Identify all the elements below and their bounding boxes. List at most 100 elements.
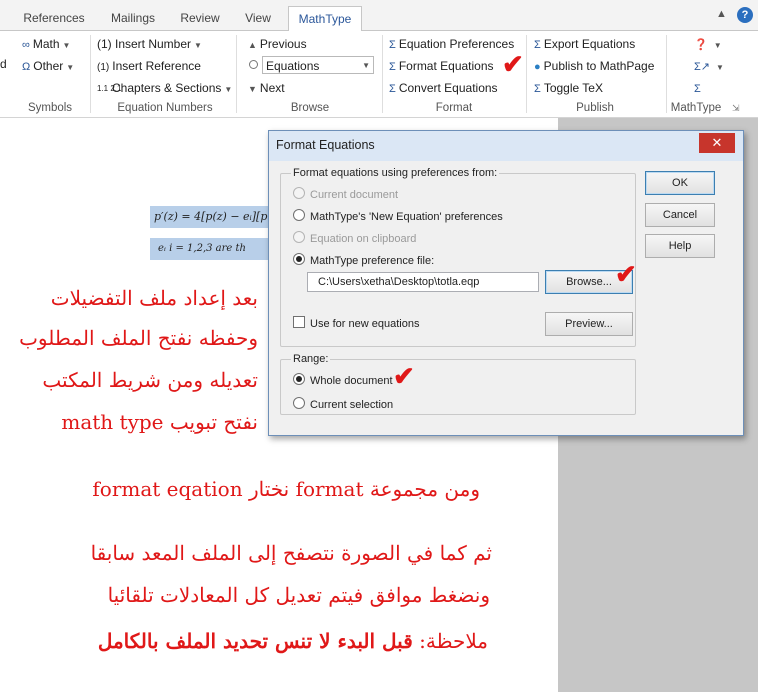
sigma-arrow-icon: Σ↗: [694, 61, 711, 73]
selected-equation-line-1[interactable]: p′(z) = 4[p(z) − eᵢ][p(z: [150, 206, 268, 228]
arabic-instruction-line-6: ثم كما في الصورة نتصفح إلى الملف المعد س…: [90, 541, 492, 565]
omega-icon: Ω: [22, 61, 31, 73]
math-label: Math: [32, 37, 60, 51]
radio-whole-document[interactable]: [293, 373, 305, 385]
next-button[interactable]: ▼ Next: [248, 78, 285, 98]
mathtype-insert-button[interactable]: Σ↗ ▼: [694, 56, 724, 76]
tab-mailings[interactable]: Mailings: [98, 6, 168, 30]
option-label: MathType's 'New Equation' preferences: [310, 211, 503, 223]
format-equations-label: Format Equations: [398, 59, 494, 73]
option-whole-document[interactable]: Whole document: [293, 373, 393, 389]
publish-mathpage-button[interactable]: ● Publish to MathPage: [534, 56, 654, 76]
chapters-icon: 1.1 2.1: [97, 83, 122, 93]
other-label: Other: [33, 59, 64, 73]
arabic-instruction-line-1: بعد إعداد ملف التفضيلات: [50, 286, 258, 310]
help-circle-icon: ❓: [694, 39, 708, 51]
equation-preferences-label: Equation Preferences: [398, 37, 515, 51]
option-label: Current document: [310, 189, 399, 201]
dialog-launcher-icon[interactable]: ⇲: [732, 103, 740, 114]
publish-mathpage-label: Publish to MathPage: [543, 59, 655, 73]
red-checkmark-annotation: ✔: [393, 361, 415, 391]
tab-review[interactable]: Review: [172, 6, 228, 30]
other-button[interactable]: Ω Other ▼: [22, 56, 74, 76]
selected-equation-line-2[interactable]: eᵢ i = 1,2,3 are th: [150, 238, 268, 260]
insert-number-button[interactable]: (1) Insert Number ▼: [97, 34, 202, 54]
group-label-publish: Publish: [576, 102, 614, 114]
globe-icon: ●: [534, 61, 541, 73]
option-label: Current selection: [310, 399, 394, 411]
chapters-sections-button[interactable]: 1.1 2.1Chapters & Sections ▼: [97, 78, 232, 98]
cancel-button[interactable]: Cancel: [645, 203, 715, 227]
mathtype-user-button[interactable]: Σ: [694, 78, 704, 98]
format-equations-button[interactable]: Σ Format Equations: [389, 56, 494, 76]
infinity-icon: ∞: [22, 39, 30, 51]
radio-clipboard: [293, 231, 305, 243]
chevron-down-icon: ▼: [362, 61, 370, 70]
arabic-instruction-line-4: نفتح تبويب math type: [61, 410, 258, 434]
toggle-tex-label: Toggle TeX: [543, 81, 603, 95]
math-button[interactable]: ∞ Math ▼: [22, 34, 70, 54]
insert-number-label: (1) Insert Number: [97, 37, 192, 51]
sigma-user-icon: Σ: [694, 83, 701, 95]
cut-off-ribbon-text: d: [0, 57, 7, 71]
arabic-instruction-line-2: وحفظه نفتح الملف المطلوب: [19, 326, 258, 350]
red-checkmark-annotation: ✔: [502, 49, 524, 79]
group-divider: [666, 35, 667, 113]
preferences-group-label: Format equations using preferences from:: [291, 167, 500, 179]
previous-button[interactable]: ▲ Previous: [248, 34, 307, 54]
convert-equations-button[interactable]: Σ Convert Equations: [389, 78, 498, 98]
use-for-new-equations[interactable]: Use for new equations: [293, 316, 419, 332]
previous-label: Previous: [259, 37, 307, 51]
group-label-browse: Browse: [290, 102, 330, 114]
group-label-mathtype: MathType: [670, 102, 722, 114]
help-button[interactable]: Help: [645, 234, 715, 258]
browse-object-icon: [249, 60, 258, 69]
chevron-up-icon[interactable]: ▲: [716, 8, 727, 20]
insert-reference-label: Insert Reference: [112, 59, 201, 73]
preference-file-path-field[interactable]: C:\Users\xetha\Desktop\totla.eqp: [307, 272, 539, 292]
export-equations-button[interactable]: Σ Export Equations: [534, 34, 635, 54]
use-for-new-equations-label: Use for new equations: [310, 318, 420, 330]
arrow-down-icon: ▼: [248, 84, 257, 94]
option-current-selection[interactable]: Current selection: [293, 397, 393, 413]
toggle-tex-button[interactable]: Σ Toggle TeX: [534, 78, 603, 98]
close-icon[interactable]: ✕: [699, 133, 735, 153]
group-divider: [382, 35, 383, 113]
tab-view[interactable]: View: [232, 6, 284, 30]
range-group-label: Range:: [291, 353, 331, 365]
tex-icon: Σ: [534, 83, 541, 95]
equation-preferences-button[interactable]: Σ Equation Preferences: [389, 34, 514, 54]
arabic-instruction-line-5: ومن مجموعة format نختار format eqation: [92, 477, 480, 501]
radio-preference-file[interactable]: [293, 253, 305, 265]
browse-object-select[interactable]: Equations ▼: [262, 56, 374, 74]
help-icon[interactable]: ?: [737, 7, 753, 23]
insert-reference-button[interactable]: (1) Insert Reference: [97, 56, 201, 76]
dialog-title: Format Equations: [276, 138, 375, 152]
browse-select-value: Equations: [266, 59, 320, 73]
reference-icon: (1): [97, 62, 110, 73]
option-equation-on-clipboard: Equation on clipboard: [293, 231, 416, 247]
group-label-equation-numbers: Equation Numbers: [117, 102, 213, 114]
radio-current-document: [293, 187, 305, 199]
sigma-preferences-icon: Σ: [389, 39, 396, 51]
arabic-instruction-line-3: تعديله ومن شريط المكتب: [42, 368, 258, 392]
tab-mathtype[interactable]: MathType: [288, 6, 362, 32]
arrow-up-icon: ▲: [248, 40, 257, 50]
export-icon: Σ: [534, 39, 541, 51]
option-new-equation-preferences[interactable]: MathType's 'New Equation' preferences: [293, 209, 503, 225]
option-label: Equation on clipboard: [310, 233, 417, 245]
radio-current-selection[interactable]: [293, 397, 305, 409]
group-label-format: Format: [435, 102, 473, 114]
mathtype-help-button[interactable]: ❓ ▼: [694, 34, 722, 54]
ribbon-tab-bar: References Mailings Review View MathType…: [0, 0, 758, 32]
next-label: Next: [259, 81, 285, 95]
tab-references[interactable]: References: [14, 6, 94, 30]
dialog-title-bar[interactable]: Format Equations ✕: [269, 131, 743, 161]
option-label: MathType preference file:: [310, 255, 435, 267]
radio-new-equation[interactable]: [293, 209, 305, 221]
preview-button[interactable]: Preview...: [545, 312, 633, 336]
use-for-new-equations-checkbox[interactable]: [293, 316, 305, 328]
group-divider: [236, 35, 237, 113]
ok-button[interactable]: OK: [645, 171, 715, 195]
option-preference-file[interactable]: MathType preference file:: [293, 253, 434, 269]
